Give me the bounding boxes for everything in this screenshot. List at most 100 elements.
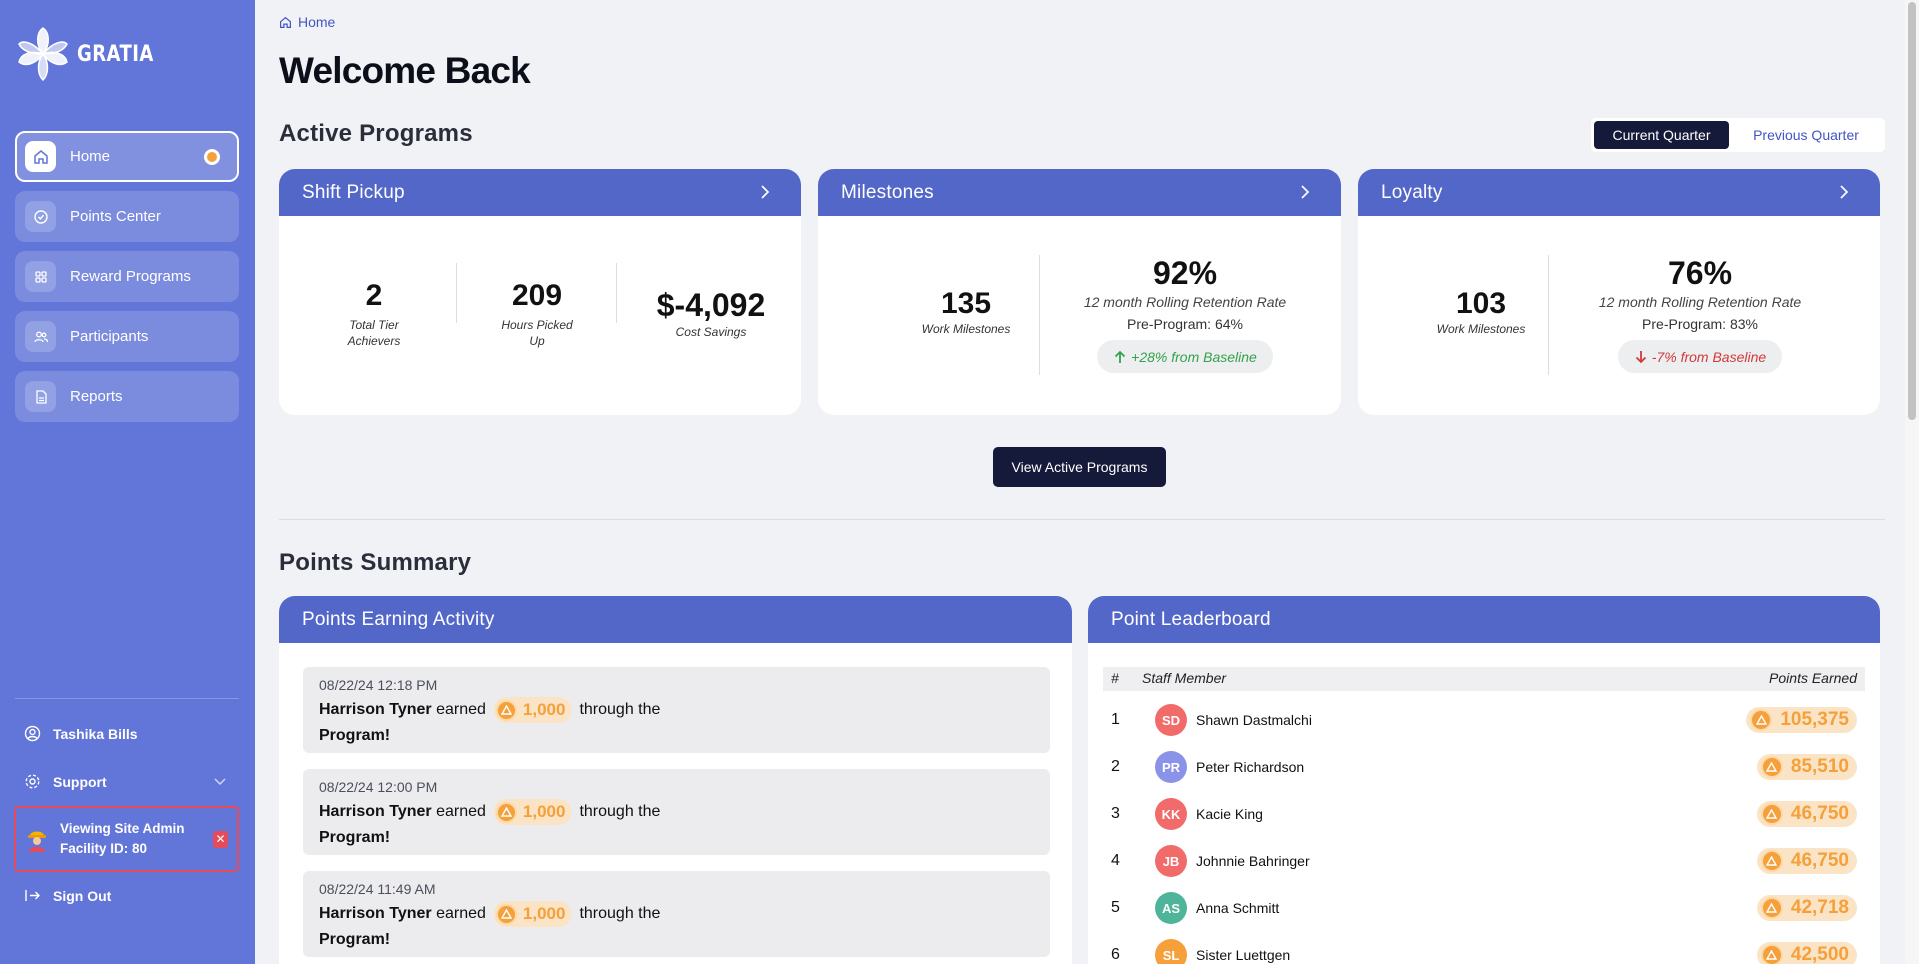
rank: 4 — [1111, 852, 1120, 869]
breadcrumb[interactable]: Home — [279, 14, 335, 30]
support-menu[interactable]: Support — [24, 773, 107, 790]
user-profile-link[interactable]: Tashika Bills — [24, 725, 138, 742]
stat-work-milestones: 135 Work Milestones — [906, 287, 1026, 337]
sidebar-nav: Home Points Center Reward Programs Parti… — [15, 131, 239, 431]
points-coin-icon — [1760, 944, 1783, 964]
sidebar-item-reports[interactable]: Reports — [15, 371, 239, 422]
card-title: Point Leaderboard — [1111, 608, 1271, 630]
points-badge: 1,000 — [493, 799, 572, 825]
previous-quarter-button[interactable]: Previous Quarter — [1731, 121, 1881, 149]
brand-name: GRATIA — [77, 41, 154, 67]
activity-through: through the — [579, 701, 661, 718]
chevron-down-icon[interactable] — [212, 773, 228, 789]
brand-logo[interactable]: GRATIA — [17, 26, 171, 82]
stat-label: Work Milestones — [1436, 322, 1526, 336]
pre-program-rate: Pre-Program: 83% — [1642, 316, 1758, 332]
table-row[interactable]: 4 JB Johnnie Bahringer 46,750 — [1111, 841, 1865, 881]
close-icon[interactable]: ✕ — [213, 831, 228, 848]
breadcrumb-home[interactable]: Home — [298, 14, 335, 30]
sidebar-item-points-center[interactable]: Points Center — [15, 191, 239, 242]
rank: 5 — [1111, 899, 1120, 916]
points-badge: 46,750 — [1756, 801, 1857, 827]
activity-verb: earned — [436, 905, 486, 922]
points-coin-icon — [495, 801, 517, 823]
sidebar-item-reward-programs[interactable]: Reward Programs — [15, 251, 239, 302]
scrollbar-thumb[interactable] — [1908, 2, 1916, 420]
baseline-change-text: -7% from Baseline — [1651, 348, 1767, 365]
sidebar-item-label: Reports — [70, 388, 123, 405]
points-coin-icon — [1760, 803, 1783, 825]
points-earned: 42,718 — [1790, 897, 1849, 918]
points-coin-icon — [495, 903, 517, 925]
column-header-rank: # — [1111, 670, 1119, 686]
points-amount: 1,000 — [522, 700, 566, 719]
home-icon — [25, 141, 56, 172]
baseline-change-text: +28% from Baseline — [1131, 348, 1257, 365]
activity-item: 08/22/24 12:18 PM Harrison Tyner earned … — [303, 667, 1050, 753]
retention-rate-value: 76% — [1667, 255, 1733, 291]
page-scrollbar[interactable] — [1905, 0, 1919, 964]
sidebar-divider — [15, 698, 239, 699]
avatar: PR — [1155, 751, 1187, 783]
staff-name: Kacie King — [1196, 806, 1263, 822]
stat-work-milestones: 103 Work Milestones — [1421, 287, 1541, 337]
view-active-programs-button[interactable]: View Active Programs — [993, 447, 1166, 487]
loyalty-card: Loyalty 103 Work Milestones 76% 12 month… — [1358, 169, 1880, 415]
divider — [1548, 255, 1549, 375]
points-summary-title: Points Summary — [279, 549, 472, 576]
stat-total-tier-achievers: 2 Total Tier Achievers — [319, 279, 429, 349]
table-row[interactable]: 1 SD Shawn Dastmalchi 105,375 — [1111, 700, 1865, 740]
points-earning-activity-card: Points Earning Activity 08/22/24 12:18 P… — [279, 596, 1072, 964]
stat-label: Total Tier — [349, 318, 399, 332]
card-title: Shift Pickup — [302, 181, 405, 203]
activity-person: Harrison Tyner — [319, 701, 432, 718]
points-badge: 42,500 — [1756, 942, 1857, 964]
divider — [616, 263, 617, 323]
chevron-right-icon[interactable] — [757, 184, 773, 200]
arrow-up-icon — [1115, 350, 1126, 363]
activity-through: through the — [579, 803, 661, 820]
staff-name: Shawn Dastmalchi — [1196, 712, 1312, 728]
support-label: Support — [53, 773, 107, 790]
staff-name: Sister Luettgen — [1196, 947, 1291, 963]
activity-item: 08/22/24 11:49 AM Harrison Tyner earned … — [303, 871, 1050, 957]
stat-value: 209 — [511, 279, 563, 312]
section-divider — [279, 519, 1885, 520]
points-badge: 1,000 — [493, 697, 572, 723]
sign-out-link[interactable]: Sign Out — [24, 887, 111, 904]
active-programs-title: Active Programs — [279, 120, 473, 147]
table-row[interactable]: 3 KK Kacie King 46,750 — [1111, 794, 1865, 834]
main-content: Home Welcome Back Active Programs Curren… — [255, 0, 1905, 964]
table-row[interactable]: 6 SL Sister Luettgen 42,500 — [1111, 935, 1865, 964]
chevron-right-icon[interactable] — [1297, 184, 1313, 200]
retention-rate-block: 92% 12 month Rolling Retention Rate Pre-… — [1040, 255, 1330, 373]
staff-name: Anna Schmitt — [1196, 900, 1280, 916]
rank: 1 — [1111, 711, 1120, 728]
avatar: AS — [1155, 892, 1187, 924]
stat-cost-savings: $-4,092 Cost Savings — [629, 287, 793, 340]
flower-logo-icon — [18, 27, 68, 82]
retention-rate-block: 76% 12 month Rolling Retention Rate Pre-… — [1550, 255, 1850, 373]
milestones-card: Milestones 135 Work Milestones 92% 12 mo… — [818, 169, 1341, 415]
table-row[interactable]: 5 AS Anna Schmitt 42,718 — [1111, 888, 1865, 928]
current-quarter-button[interactable]: Current Quarter — [1594, 121, 1729, 149]
activity-program: Program! — [319, 829, 391, 846]
quarter-toggle: Current Quarter Previous Quarter — [1591, 118, 1885, 152]
user-name: Tashika Bills — [53, 725, 138, 742]
user-circle-icon — [24, 725, 41, 742]
points-badge: 105,375 — [1746, 707, 1857, 733]
column-header-staff: Staff Member — [1142, 670, 1227, 686]
points-coin-icon — [495, 699, 517, 721]
activity-person: Harrison Tyner — [319, 905, 432, 922]
points-earned: 42,500 — [1790, 944, 1849, 964]
sidebar-item-home[interactable]: Home — [15, 131, 239, 182]
points-amount: 1,000 — [522, 904, 566, 923]
staff-name: Johnnie Bahringer — [1196, 853, 1310, 869]
points-badge: 1,000 — [493, 901, 572, 927]
users-icon — [25, 321, 56, 352]
table-row[interactable]: 2 PR Peter Richardson 85,510 — [1111, 747, 1865, 787]
chevron-right-icon[interactable] — [1836, 184, 1852, 200]
admin-view-banner: Viewing Site Admin Facility ID: 80 ✕ — [14, 806, 239, 872]
sidebar-item-participants[interactable]: Participants — [15, 311, 239, 362]
rank: 6 — [1111, 946, 1120, 963]
